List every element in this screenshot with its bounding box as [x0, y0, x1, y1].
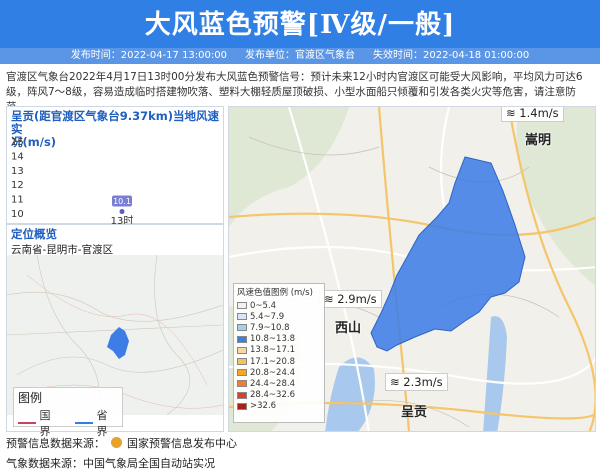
legend-swatch [237, 358, 247, 366]
wind-icon: ≋ [390, 375, 400, 389]
publisher: 发布单位：官渡区气象台 [245, 50, 355, 61]
legend-swatch [237, 380, 247, 388]
overview-legend: 图例 国界 省界 [13, 387, 123, 438]
wind-icon: ≋ [324, 292, 334, 306]
wind-legend-rows: 0~5.4 5.4~7.9 7.9~10.8 10.8~13.8 13.8~17.1 17… [237, 300, 321, 412]
wind-legend-item: 20.8~24.4 [237, 367, 321, 378]
legend-swatch [237, 313, 247, 321]
legend-swatch [237, 302, 247, 310]
legend-swatch [237, 369, 247, 377]
provincial-border-icon [75, 422, 93, 424]
source-org-link[interactable]: 国家预警信息发布中心 [127, 437, 237, 450]
y-tick-label: 12 [11, 180, 24, 191]
warning-header: 大风蓝色预警[Ⅳ级/一般] 发布时间：2022-04-17 13:00:00 发… [0, 0, 600, 64]
publish-time: 发布时间：2022-04-17 13:00:00 [70, 50, 227, 61]
y-tick-label: 11 [11, 195, 24, 206]
legend-label: 20.8~24.4 [250, 367, 295, 378]
legend-label: 5.4~7.9 [250, 311, 285, 322]
legend-label: 13.8~17.1 [250, 345, 295, 356]
source-logo-icon [110, 437, 122, 448]
wind-legend-item: 5.4~7.9 [237, 311, 321, 322]
wind-speed-chart: 15141312111010.113时 [11, 137, 133, 225]
wind-legend-title: 风速色值图例 (m/s) [237, 288, 313, 298]
location-overview-panel: 定位概览 云南省-昆明市-官渡区 图例 国界 省界 [6, 224, 224, 438]
city-songming: 嵩明 [525, 133, 552, 148]
y-tick-label: 10 [11, 209, 24, 220]
legend-label: 24.4~28.4 [250, 378, 295, 389]
wind-reading-3: ≋ 2.3m/s [385, 373, 448, 391]
wind-speed-legend: 风速色值图例 (m/s) 0~5.4 5.4~7.9 7.9~10.8 10.8~13… [233, 283, 325, 423]
legend-title: 图例 [18, 391, 43, 405]
wind-legend-item: 28.4~32.6 [237, 390, 321, 401]
data-label: 10.1 [113, 197, 131, 206]
wind-reading-2: ≋ 2.9m/s [319, 290, 382, 308]
wind-legend-item: 7.9~10.8 [237, 322, 321, 333]
y-tick-label: 13 [11, 166, 24, 177]
location-title: 定位概览 [11, 227, 57, 241]
legend-label: 10.8~13.8 [250, 334, 295, 345]
legend-swatch [237, 391, 247, 399]
legend-swatch [237, 402, 247, 410]
wind-legend-item: 10.8~13.8 [237, 334, 321, 345]
legend-label: 17.1~20.8 [250, 356, 295, 367]
y-tick-label: 14 [11, 151, 24, 162]
legend-swatch [237, 346, 247, 354]
wind-legend-item: 17.1~20.8 [237, 356, 321, 367]
city-chenggong: 呈贡 [401, 405, 428, 420]
warning-meta: 发布时间：2022-04-17 13:00:00 发布单位：官渡区气象台 失效时… [0, 48, 600, 64]
wind-legend-item: >32.6 [237, 401, 321, 412]
wind-legend-item: 13.8~17.1 [237, 345, 321, 356]
wind-speed-chart-panel: 呈贡(距官渡区气象台9.37km)当地风速实 况(m/s) 15 14 13 12 11… [6, 106, 224, 225]
legend-swatch [237, 324, 247, 332]
wind-data-point [119, 209, 125, 215]
legend-label: >32.6 [250, 401, 277, 412]
wind-icon: ≋ [506, 106, 516, 120]
warning-title: 大风蓝色预警[Ⅳ级/一般] [144, 10, 456, 40]
expire-time: 失效时间：2022-04-18 01:00:00 [373, 50, 530, 61]
footer-source-1: 预警信息数据来源： 国家预警信息发布中心 [6, 437, 237, 450]
legend-label: 0~5.4 [250, 300, 277, 311]
wind-legend-item: 0~5.4 [237, 300, 321, 311]
y-tick-label: 15 [11, 137, 24, 148]
legend-label: 28.4~32.6 [250, 390, 295, 401]
legend-label: 7.9~10.8 [250, 322, 290, 333]
city-xishan: 西山 [335, 321, 362, 336]
footer-source-2: 气象数据来源：中国气象局全国自动站实况 [6, 457, 215, 470]
warning-map-panel[interactable]: ≋ 1.4m/s 嵩明 ≋ 2.9m/s 西山 ≋ 2.3m/s 呈贡 风速色值… [228, 106, 596, 432]
legend-swatch [237, 335, 247, 343]
wind-legend-item: 24.4~28.4 [237, 378, 321, 389]
wind-reading-1: ≋ 1.4m/s [501, 106, 564, 122]
national-border-icon [18, 422, 36, 424]
